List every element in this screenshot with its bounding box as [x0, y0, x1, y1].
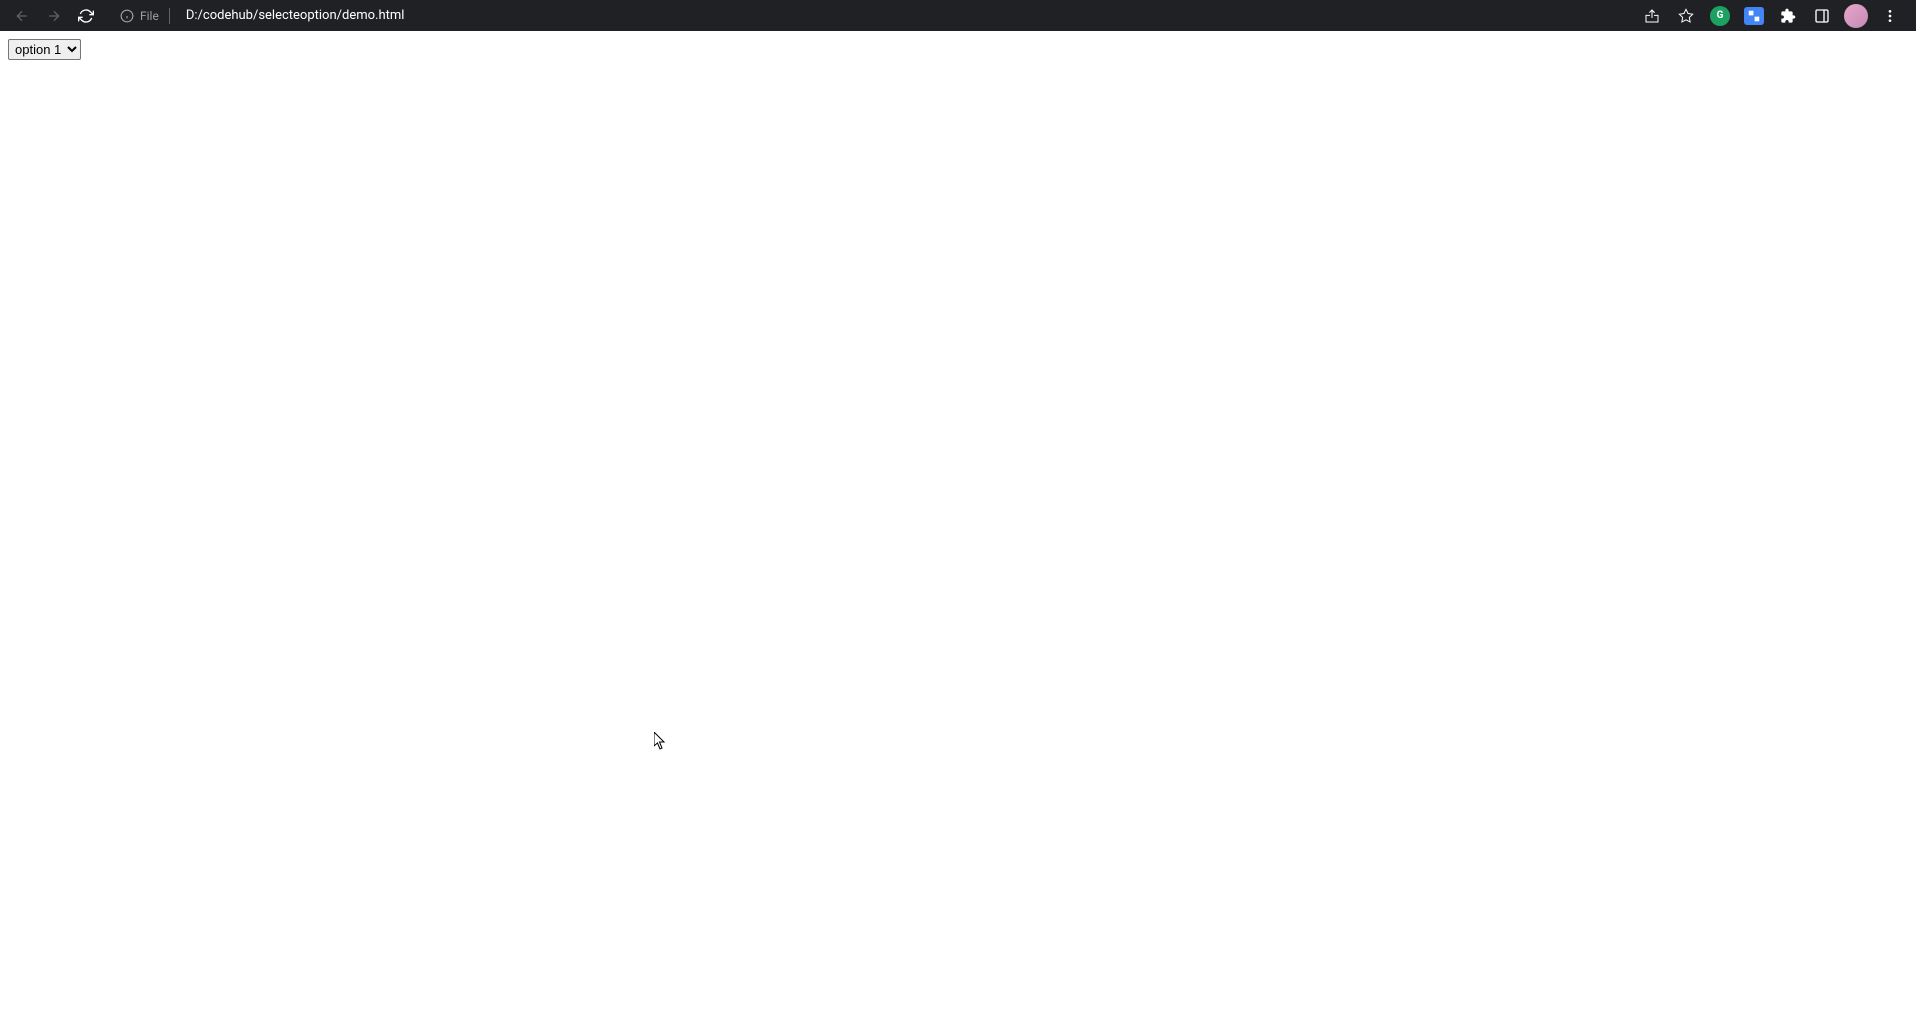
- menu-button[interactable]: [1876, 2, 1904, 30]
- translate-icon: [1744, 7, 1764, 25]
- extension-grammarly[interactable]: G: [1706, 2, 1734, 30]
- extension-translate[interactable]: [1740, 2, 1768, 30]
- arrow-right-icon: [46, 8, 62, 24]
- url-text: D:/codehub/selecteoption/demo.html: [182, 8, 405, 23]
- bookmark-button[interactable]: [1672, 2, 1700, 30]
- browser-toolbar: File D:/codehub/selecteoption/demo.html …: [0, 0, 1916, 31]
- reload-button[interactable]: [72, 2, 100, 30]
- share-icon: [1644, 8, 1660, 24]
- toolbar-right: G: [1638, 2, 1908, 30]
- star-icon: [1678, 8, 1694, 24]
- profile-button[interactable]: [1842, 2, 1870, 30]
- demo-select[interactable]: option 1: [8, 39, 81, 60]
- dots-vertical-icon: [1882, 8, 1898, 24]
- grammarly-icon: G: [1710, 6, 1730, 26]
- arrow-left-icon: [14, 8, 30, 24]
- address-bar[interactable]: File D:/codehub/selecteoption/demo.html: [112, 2, 1626, 30]
- url-scheme-label: File: [140, 9, 159, 23]
- side-panel-button[interactable]: [1808, 2, 1836, 30]
- puzzle-icon: [1780, 8, 1796, 24]
- page-content: option 1: [0, 31, 1916, 1010]
- share-button[interactable]: [1638, 2, 1666, 30]
- panel-icon: [1814, 8, 1830, 24]
- divider: [169, 8, 170, 24]
- back-button[interactable]: [8, 2, 36, 30]
- avatar-icon: [1844, 4, 1868, 28]
- extensions-button[interactable]: [1774, 2, 1802, 30]
- site-info[interactable]: File: [112, 8, 182, 24]
- info-icon: [120, 9, 134, 23]
- reload-icon: [78, 8, 94, 24]
- forward-button[interactable]: [40, 2, 68, 30]
